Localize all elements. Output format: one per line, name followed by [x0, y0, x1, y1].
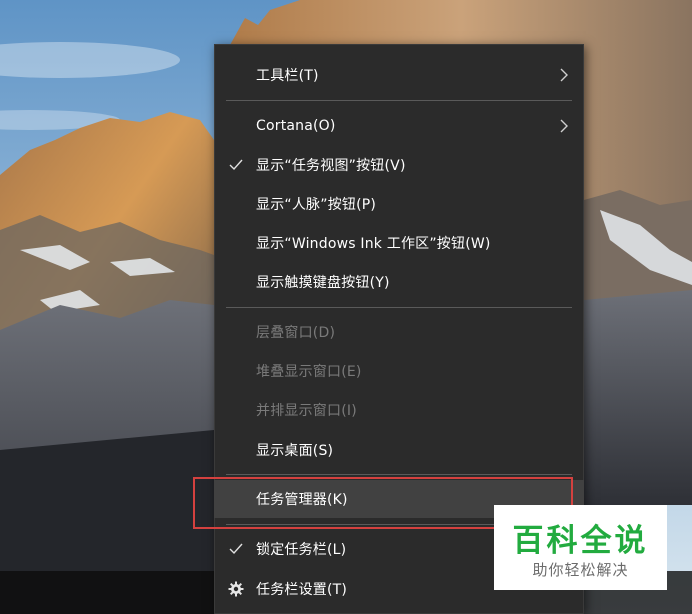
menu-item-label: 锁定任务栏(L): [256, 542, 347, 558]
menu-item-label: 显示“任务视图”按钮(V): [256, 158, 406, 174]
menu-separator: [226, 100, 572, 101]
menu-item-cascade-windows: 层叠窗口(D): [214, 313, 584, 351]
menu-item-label: 任务管理器(K): [256, 492, 348, 508]
checkmark-icon: [227, 156, 245, 174]
menu-item-label: 显示“人脉”按钮(P): [256, 197, 377, 213]
menu-item-toolbars[interactable]: 工具栏(T): [214, 56, 584, 94]
chevron-right-icon: [560, 119, 568, 133]
menu-separator: [226, 307, 572, 308]
menu-item-label: 显示触摸键盘按钮(Y): [256, 275, 390, 291]
menu-item-label: 任务栏设置(T): [256, 582, 348, 598]
watermark-subtitle: 助你轻松解决: [532, 561, 629, 579]
menu-item-side-by-side-windows: 并排显示窗口(I): [214, 391, 584, 429]
menu-item-label: 显示桌面(S): [256, 443, 334, 459]
menu-item-show-touch-keyboard[interactable]: 显示触摸键盘按钮(Y): [214, 263, 584, 301]
menu-item-label: Cortana(O): [256, 118, 336, 134]
menu-item-show-desktop[interactable]: 显示桌面(S): [214, 431, 584, 469]
menu-item-label: 并排显示窗口(I): [256, 403, 357, 419]
menu-item-show-windows-ink[interactable]: 显示“Windows Ink 工作区”按钮(W): [214, 224, 584, 262]
gear-icon: [227, 580, 245, 598]
menu-item-label: 层叠窗口(D): [256, 325, 336, 341]
chevron-right-icon: [560, 68, 568, 82]
menu-item-label: 堆叠显示窗口(E): [256, 364, 362, 380]
watermark-title: 百科全说: [512, 523, 649, 559]
menu-item-label: 显示“Windows Ink 工作区”按钮(W): [256, 236, 491, 252]
checkmark-icon: [227, 540, 245, 558]
menu-separator: [226, 474, 572, 475]
menu-item-stack-windows: 堆叠显示窗口(E): [214, 352, 584, 390]
menu-item-show-people[interactable]: 显示“人脉”按钮(P): [214, 185, 584, 223]
watermark-logo: 百科全说 助你轻松解决: [494, 505, 667, 590]
menu-item-cortana[interactable]: Cortana(O): [214, 107, 584, 145]
menu-item-show-task-view[interactable]: 显示“任务视图”按钮(V): [214, 146, 584, 184]
menu-item-label: 工具栏(T): [256, 68, 319, 84]
